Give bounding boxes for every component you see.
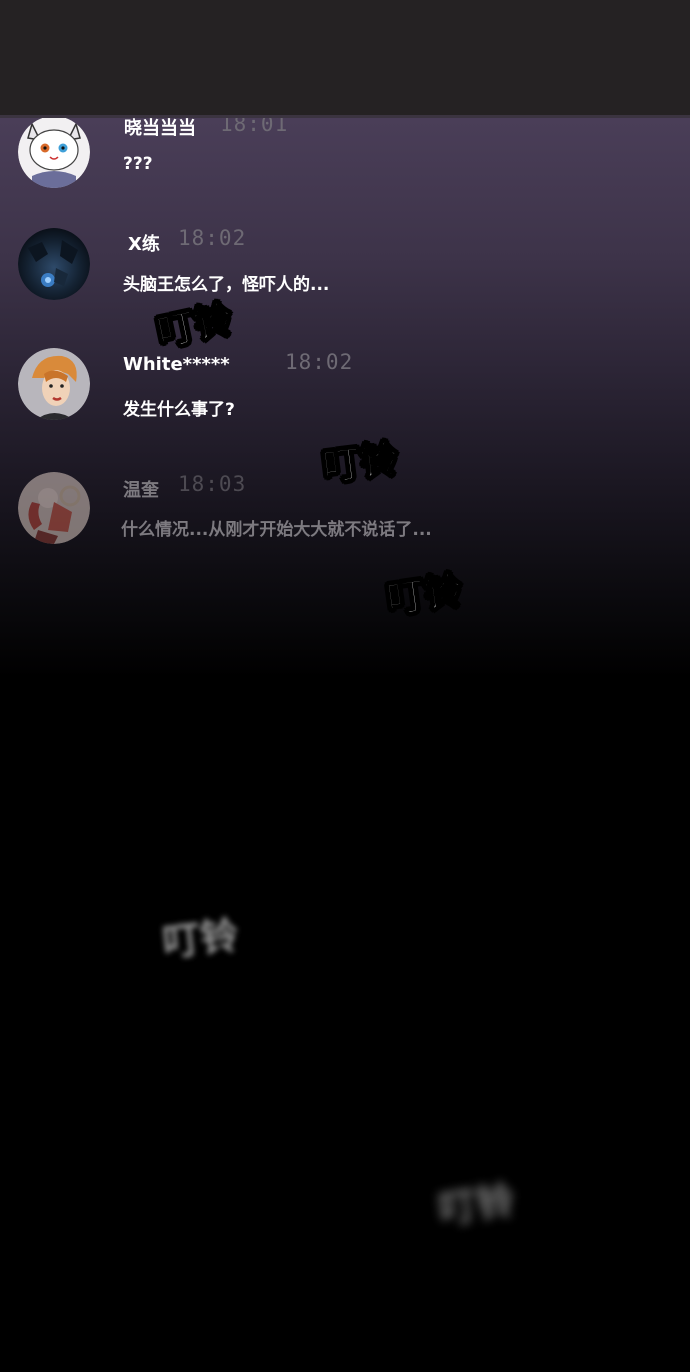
sfx-ding-ling-blurred: 叮铃 [435, 1177, 518, 1233]
chat-panel: 晓当当当 18:01 ??? X练 18:02 头脑王怎么了，怪吓人的... W… [0, 118, 690, 678]
white-cat-avatar-icon[interactable] [18, 118, 90, 188]
sender-name: White***** [123, 354, 230, 375]
orange-hair-woman-avatar-icon[interactable] [18, 348, 90, 420]
message-time: 18:01 [220, 118, 289, 136]
message-text: 发生什么事了? [123, 400, 235, 420]
message-text: 什么情况...从刚才开始大大就不说话了... [121, 520, 432, 540]
sender-name: 晓当当当 [124, 118, 196, 139]
message-text: ??? [123, 154, 153, 174]
dark-cave-avatar-icon[interactable] [18, 228, 90, 300]
message-time: 18:02 [285, 350, 354, 374]
sender-name: X练 [128, 234, 160, 255]
sfx-ding-ling: 叮铃 [319, 436, 401, 490]
top-bar [0, 0, 690, 118]
sender-name: 温奎 [123, 480, 159, 501]
sfx-ding-ling-blurred: 叮铃 [160, 913, 241, 965]
sfx-ding-ling: 叮铃 [383, 567, 466, 623]
message-time: 18:03 [178, 472, 247, 496]
message-time: 18:02 [178, 226, 247, 250]
red-figure-avatar-icon[interactable] [18, 472, 90, 544]
